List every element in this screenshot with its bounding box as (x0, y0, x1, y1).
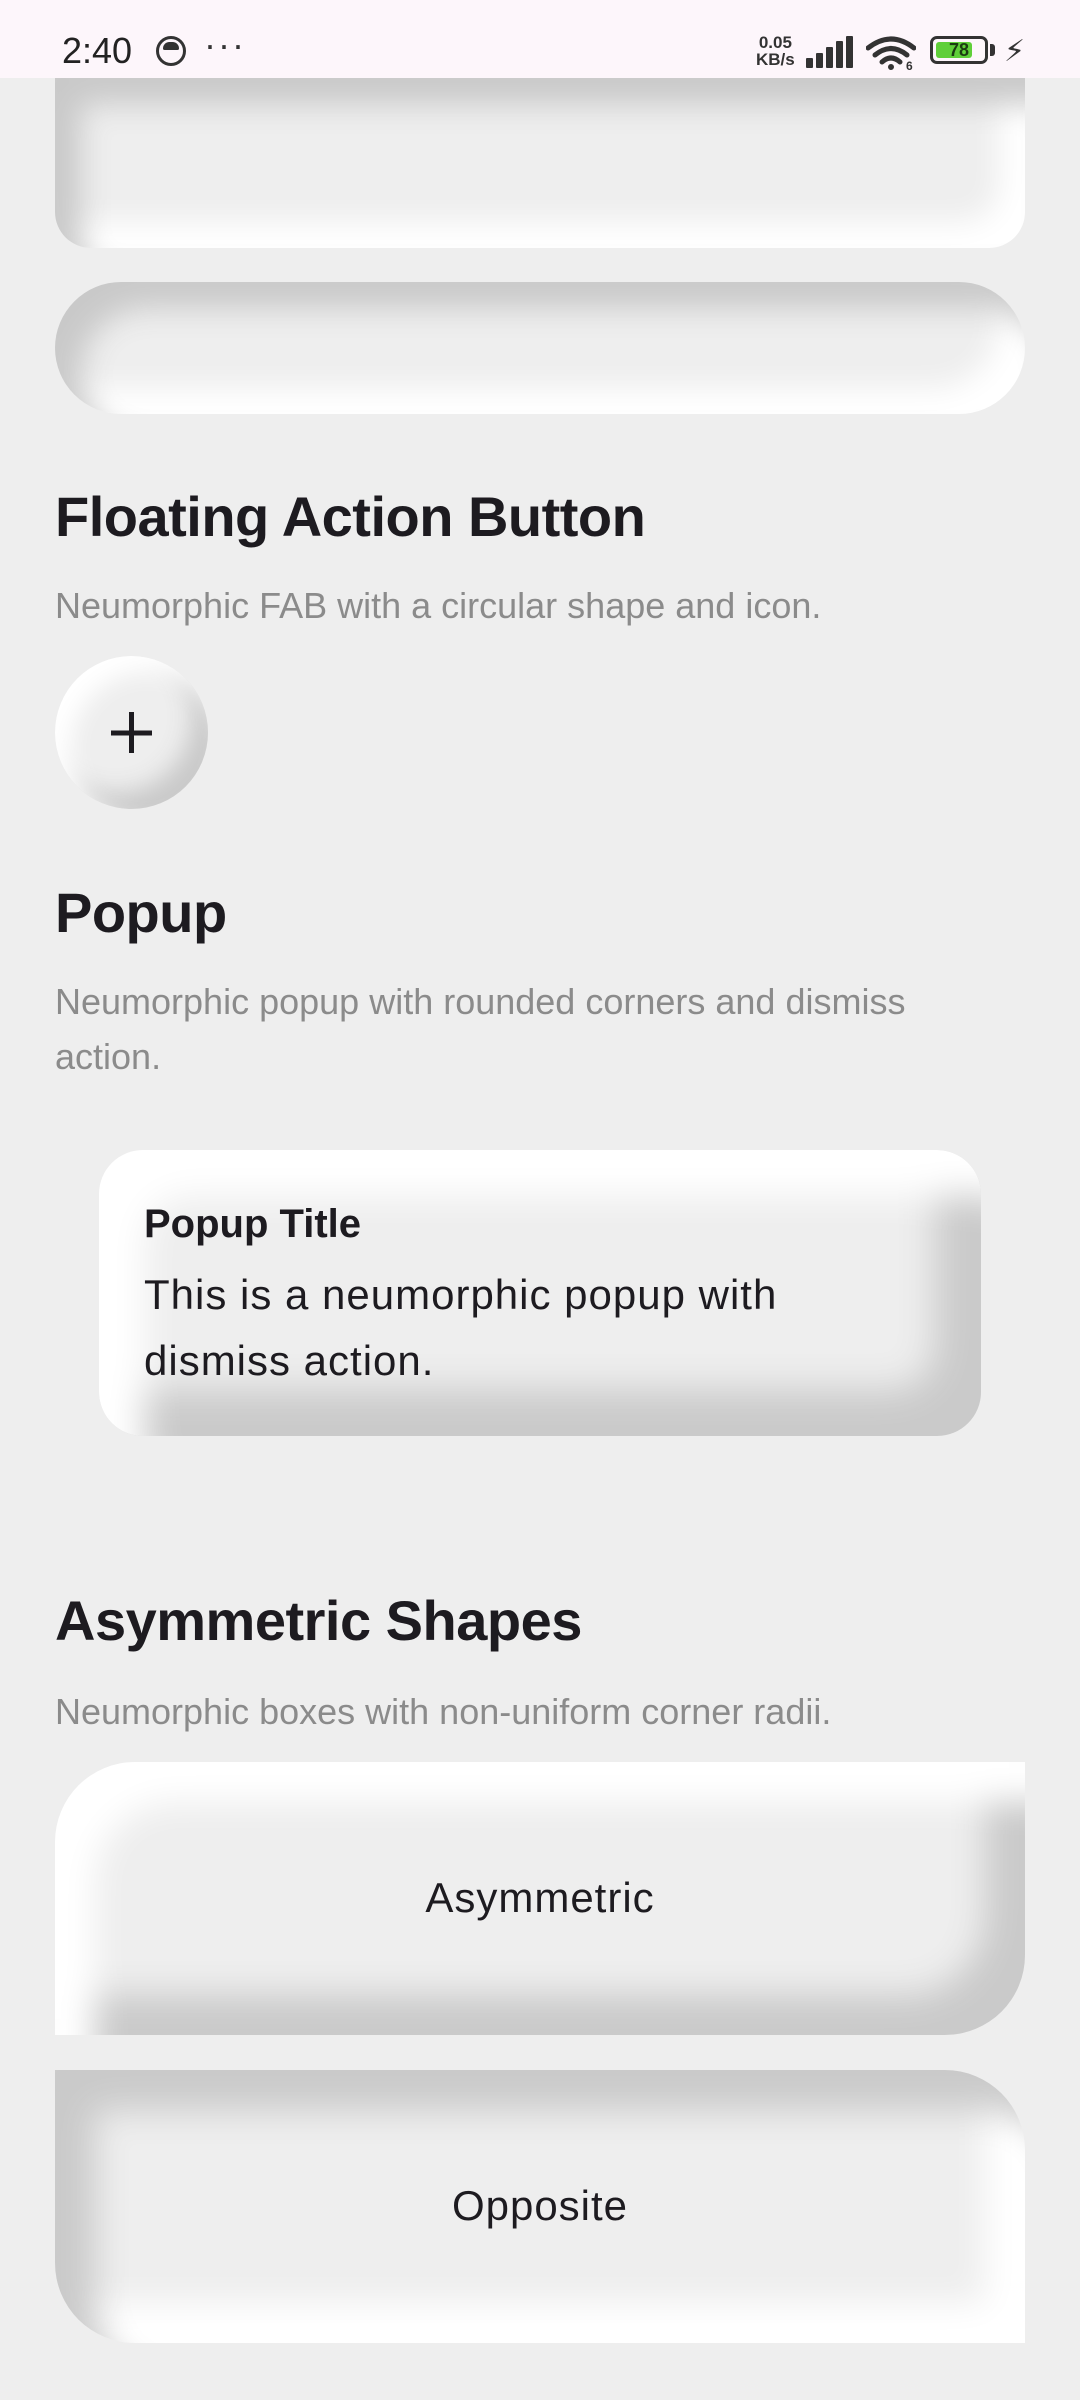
battery-tip (990, 44, 995, 56)
more-notifications-icon: ··· (204, 24, 246, 65)
section-desc-asymmetric: Neumorphic boxes with non-uniform corner… (55, 1691, 832, 1732)
section-title-fab: Floating Action Button (55, 485, 646, 548)
battery-level: 78 (948, 40, 970, 60)
section-title-popup: Popup (55, 881, 227, 944)
cell-signal-icon (806, 36, 856, 68)
plus-icon (111, 712, 152, 753)
section-title-asymmetric: Asymmetric Shapes (55, 1589, 582, 1652)
status-time: 2:40 (62, 30, 133, 71)
network-speed-value: 0.05 (758, 33, 792, 52)
network-speed: 0.05 KB/s (756, 34, 795, 68)
section-desc-popup: Neumorphic popup with rounded corners an… (55, 981, 906, 1077)
asymmetric-box[interactable]: Asymmetric (55, 1762, 1025, 2035)
asymmetric-box-label: Asymmetric (425, 1874, 655, 1921)
inset-pill-field[interactable] (55, 282, 1025, 414)
opposite-box-label: Opposite (451, 2182, 629, 2229)
wifi-label: 6 (906, 59, 913, 70)
network-speed-unit: KB/s (756, 50, 795, 69)
popup-body: This is a neumorphic popup with dismiss … (144, 1271, 778, 1384)
notification-face-icon (156, 36, 186, 66)
popup-title: Popup Title (144, 1202, 362, 1246)
inset-field-top[interactable] (55, 78, 1025, 248)
charging-bolt-icon: ⚡︎ (1004, 35, 1026, 68)
popup-card[interactable]: Popup Title This is a neumorphic popup w… (99, 1150, 981, 1436)
battery-icon: 78 (930, 36, 988, 64)
wifi-icon: 6 (866, 36, 916, 70)
opposite-box[interactable]: Opposite (55, 2070, 1025, 2343)
status-bar: 2:40 ··· 0.05 KB/s 6 78 ⚡︎ (0, 0, 1080, 78)
floating-action-button[interactable] (55, 656, 208, 809)
section-desc-fab: Neumorphic FAB with a circular shape and… (55, 585, 822, 626)
